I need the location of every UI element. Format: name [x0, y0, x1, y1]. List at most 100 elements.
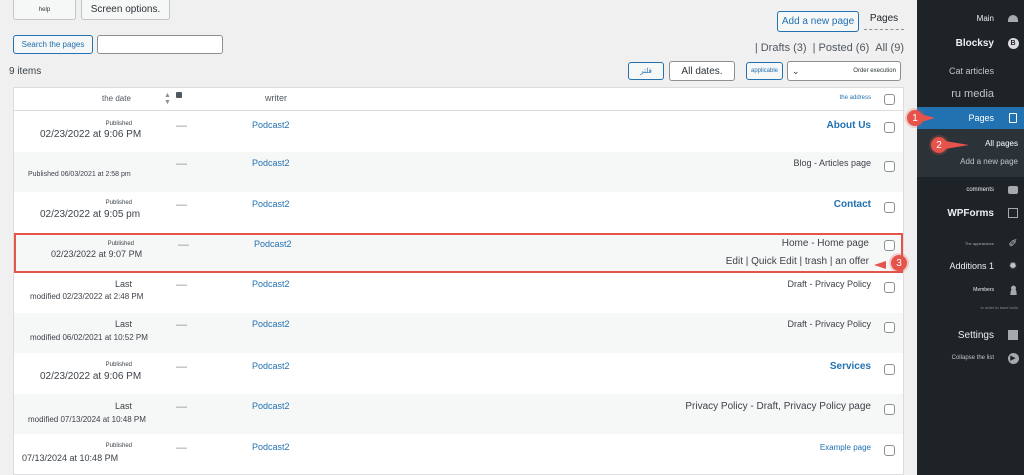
row-title[interactable]: Draft - Privacy Policy: [787, 319, 871, 329]
search-input[interactable]: [97, 35, 223, 54]
row-comments: —: [176, 120, 187, 132]
sidebar-item-members[interactable]: Members: [917, 280, 1024, 300]
sidebar-item-appearance[interactable]: The appearance ✐: [917, 233, 1024, 253]
page-title: Pages: [864, 13, 904, 30]
row-title[interactable]: Draft - Privacy Policy: [787, 279, 871, 289]
row-comments: —: [176, 401, 187, 413]
row-comments: —: [176, 279, 187, 291]
row-status: Last: [114, 279, 132, 289]
filter-all[interactable]: All (9): [875, 42, 904, 54]
table-row: Last modified 06/02/2021 at 10:52 PM — P…: [14, 313, 903, 353]
table-row: Published 02/23/2022 at 9:05 pm — Podcas…: [14, 192, 903, 232]
table-header: the date ▲ ▼ writer the address: [14, 88, 903, 111]
plugin-icon: ✹: [1008, 260, 1018, 272]
row-status: Published: [105, 121, 132, 127]
submenu-add-new-page[interactable]: Add a new page: [917, 151, 1024, 171]
row-writer[interactable]: Podcast2: [252, 279, 290, 289]
brush-icon: ✐: [1008, 237, 1018, 250]
filter-drafts[interactable]: | Drafts (3): [755, 42, 807, 54]
row-writer[interactable]: Podcast2: [252, 442, 290, 452]
row-writer[interactable]: Podcast2: [252, 120, 290, 130]
row-status: Published: [105, 200, 132, 206]
sidebar-small-note: in order to have tools: [980, 304, 1018, 310]
row-writer[interactable]: Podcast2: [252, 199, 290, 209]
settings-icon: [1007, 329, 1019, 341]
row-date: 07/13/2024 at 10:48 PM: [22, 453, 119, 463]
table-row: Published 07/13/2024 at 10:48 PM — Podca…: [14, 435, 903, 474]
user-icon: [1007, 284, 1019, 296]
row-date: modified 07/13/2024 at 10:48 PM: [28, 415, 146, 424]
callout-1-arrow: [921, 114, 935, 122]
row-title[interactable]: Contact: [834, 199, 871, 210]
pages-table: the date ▲ ▼ writer the address Published…: [13, 87, 904, 475]
row-status: Published: [105, 443, 132, 449]
bulk-order-select[interactable]: ⌄ Order execution: [787, 61, 901, 81]
row-checkbox[interactable]: [884, 161, 895, 172]
row-checkbox[interactable]: [884, 445, 895, 456]
row-title[interactable]: Example page: [820, 443, 871, 452]
add-new-page-button[interactable]: Add a new page: [777, 11, 859, 32]
row-checkbox[interactable]: [884, 322, 895, 333]
sidebar-item-media[interactable]: ru media: [917, 84, 1024, 104]
sidebar-item-wpforms[interactable]: WPForms: [917, 203, 1024, 223]
select-all-checkbox[interactable]: [884, 94, 895, 105]
items-count: 9 items: [9, 66, 42, 77]
sidebar-item-comments[interactable]: comments: [917, 180, 1024, 200]
table-row: Published 02/23/2022 at 9:06 PM — Podcas…: [14, 354, 903, 394]
row-date: 02/23/2022 at 9:05 pm: [40, 209, 141, 220]
pages-icon: [1007, 112, 1019, 124]
help-button[interactable]: help: [13, 0, 76, 20]
comment-icon: [176, 92, 182, 98]
table-row: Published 06/03/2021 at 2:58 pm — Podcas…: [14, 152, 903, 192]
row-title[interactable]: Privacy Policy - Draft, Privacy Policy p…: [685, 401, 871, 412]
row-comments: —: [176, 319, 187, 331]
row-comments: —: [176, 199, 187, 211]
row-checkbox[interactable]: [884, 240, 895, 251]
row-title[interactable]: Home - Home page: [782, 238, 869, 249]
row-comments: —: [178, 239, 189, 251]
screen-options-button[interactable]: Screen options.: [81, 0, 170, 20]
row-date: 02/23/2022 at 9:06 PM: [40, 371, 142, 382]
apply-button[interactable]: applicable: [746, 62, 783, 80]
sort-icon[interactable]: ▲ ▼: [164, 92, 171, 106]
collapse-menu[interactable]: Collapse the list ▶: [917, 348, 1024, 368]
sidebar-item-settings[interactable]: Settings: [917, 325, 1024, 345]
row-checkbox[interactable]: [884, 404, 895, 415]
row-checkbox[interactable]: [884, 122, 895, 133]
row-comments: —: [176, 442, 187, 454]
sidebar-item-additions[interactable]: Additions 1 ✹: [917, 256, 1024, 276]
callout-3: 3: [891, 255, 907, 271]
help-label: help: [38, 6, 51, 13]
forms-icon: [1007, 207, 1019, 219]
date-filter-select[interactable]: All dates.: [669, 61, 735, 81]
row-title[interactable]: Services: [830, 361, 871, 372]
row-writer[interactable]: Podcast2: [252, 319, 290, 329]
table-row-highlighted: Published 02/23/2022 at 9:07 PM — Podcas…: [14, 233, 903, 273]
column-address[interactable]: the address: [840, 95, 871, 101]
collapse-icon: ▶: [1007, 352, 1019, 364]
row-writer[interactable]: Podcast2: [252, 401, 290, 411]
row-comments: —: [176, 361, 187, 373]
row-comments: —: [176, 158, 187, 170]
row-date: modified 06/02/2021 at 10:52 PM: [30, 333, 148, 342]
filter-button[interactable]: فلتر: [628, 62, 664, 80]
column-date[interactable]: the date: [102, 94, 131, 103]
row-writer[interactable]: Podcast2: [254, 239, 292, 249]
row-writer[interactable]: Podcast2: [252, 361, 290, 371]
row-status: Published: [107, 241, 134, 247]
row-title[interactable]: Blog - Articles page: [793, 158, 871, 168]
sidebar-item-cat-articles[interactable]: Cat articles: [917, 61, 1024, 81]
row-writer[interactable]: Podcast2: [252, 158, 290, 168]
row-status: Last: [114, 401, 132, 411]
row-checkbox[interactable]: [884, 202, 895, 213]
row-checkbox[interactable]: [884, 282, 895, 293]
sidebar-item-main[interactable]: Main: [917, 8, 1024, 28]
sidebar-item-blocksy[interactable]: Blocksy B: [917, 33, 1024, 53]
row-date: 02/23/2022 at 9:06 PM: [40, 129, 142, 140]
filter-posted[interactable]: | Posted (6): [813, 42, 870, 54]
row-actions[interactable]: Edit | Quick Edit | trash | an offer: [726, 256, 869, 267]
row-title[interactable]: About Us: [827, 120, 871, 131]
table-row: Published 02/23/2022 at 9:06 PM — Podcas…: [14, 112, 903, 152]
row-checkbox[interactable]: [884, 364, 895, 375]
search-pages-button[interactable]: Search the pages: [13, 35, 93, 54]
